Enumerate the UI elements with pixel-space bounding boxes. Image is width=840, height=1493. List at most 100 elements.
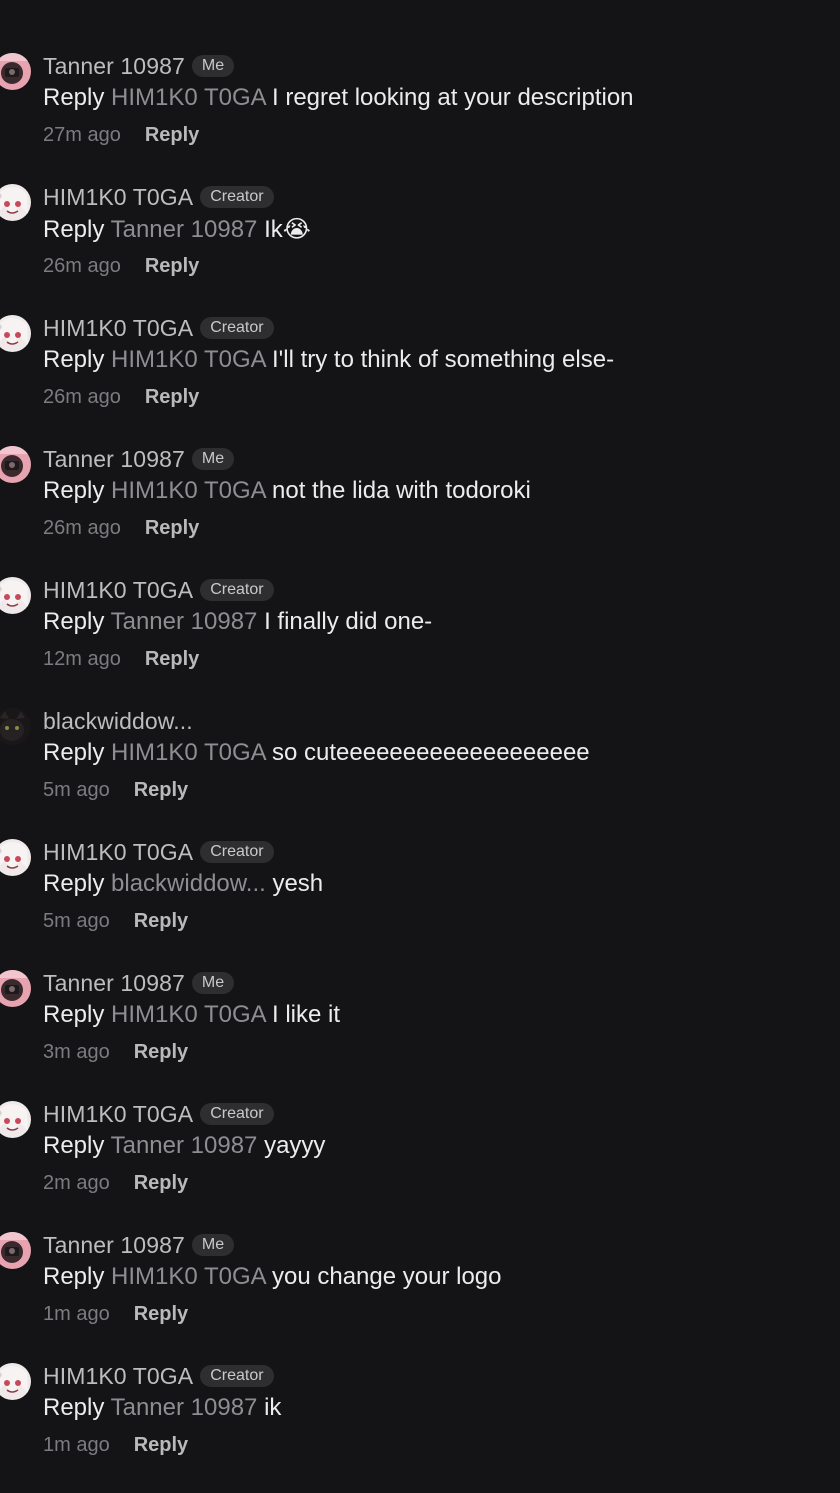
avatar[interactable] xyxy=(0,446,31,483)
comment-thread: Tanner 10987 Me Reply HIM1K0 T0GA I regr… xyxy=(0,0,840,1493)
comment-text: I finally did one- xyxy=(264,608,433,635)
username[interactable]: HIM1K0 T0GA xyxy=(43,1101,193,1128)
user-badge: Me xyxy=(191,55,235,77)
user-badge: Creator xyxy=(200,579,274,601)
avatar[interactable] xyxy=(0,839,31,876)
reply-button[interactable]: Reply xyxy=(145,648,199,671)
timestamp: 5m ago xyxy=(43,910,110,932)
avatar[interactable] xyxy=(0,184,31,221)
comment-text: ik xyxy=(264,1394,282,1421)
reply-button[interactable]: Reply xyxy=(134,1434,188,1457)
comment-body: Reply Tanner 10987 ik xyxy=(43,1394,281,1422)
username[interactable]: Tanner 10987 xyxy=(43,53,185,80)
reply-prefix: Reply xyxy=(43,216,105,243)
comment-body: Reply HIM1K0 T0GA I'll try to think of s… xyxy=(43,346,614,374)
comment-header: HIM1K0 T0GA Creator xyxy=(43,575,274,605)
comment-text: Ik😭 xyxy=(264,216,311,243)
comment-meta: 26m ago Reply xyxy=(43,255,199,278)
avatar[interactable] xyxy=(0,315,31,352)
avatar[interactable] xyxy=(0,577,31,614)
username[interactable]: Tanner 10987 xyxy=(43,446,185,473)
reply-prefix: Reply xyxy=(43,870,105,897)
comment-item: HIM1K0 T0GA Creator Reply Tanner 10987 I… xyxy=(0,184,840,315)
timestamp: 12m ago xyxy=(43,648,121,670)
comment-body: Reply HIM1K0 T0GA I like it xyxy=(43,1001,340,1029)
comment-item: Tanner 10987 Me Reply HIM1K0 T0GA you ch… xyxy=(0,1232,840,1363)
mention-link[interactable]: Tanner 10987 xyxy=(111,1394,258,1421)
comment-meta: 1m ago Reply xyxy=(43,1303,188,1326)
comment-header: Tanner 10987 Me xyxy=(43,968,235,998)
comment-text: not the lida with todoroki xyxy=(272,477,531,504)
comment-body: Reply Tanner 10987 yayyy xyxy=(43,1132,325,1160)
comment-text: I'll try to think of something else- xyxy=(272,346,615,373)
comment-header: HIM1K0 T0GA Creator xyxy=(43,837,274,867)
reply-prefix: Reply xyxy=(43,1394,105,1421)
user-badge: Creator xyxy=(200,186,274,208)
comment-meta: 26m ago Reply xyxy=(43,517,199,540)
timestamp: 1m ago xyxy=(43,1303,110,1325)
timestamp: 2m ago xyxy=(43,1172,110,1194)
reply-button[interactable]: Reply xyxy=(145,517,199,540)
reply-button[interactable]: Reply xyxy=(134,1172,188,1195)
reply-button[interactable]: Reply xyxy=(134,1303,188,1326)
avatar[interactable] xyxy=(0,708,31,745)
comment-meta: 5m ago Reply xyxy=(43,779,188,802)
reply-prefix: Reply xyxy=(43,1001,105,1028)
avatar[interactable] xyxy=(0,1101,31,1138)
timestamp: 26m ago xyxy=(43,255,121,277)
comment-text: I like it xyxy=(272,1001,341,1028)
reply-prefix: Reply xyxy=(43,1263,105,1290)
username[interactable]: HIM1K0 T0GA xyxy=(43,1363,193,1390)
comment-body: Reply HIM1K0 T0GA so cuteeeeeeeeeeeeeeee… xyxy=(43,739,590,767)
username[interactable]: blackwiddow... xyxy=(43,708,193,735)
reply-button[interactable]: Reply xyxy=(145,255,199,278)
comment-text: yayyy xyxy=(264,1132,326,1159)
reply-button[interactable]: Reply xyxy=(134,779,188,802)
reply-button[interactable]: Reply xyxy=(134,1041,188,1064)
avatar[interactable] xyxy=(0,1363,31,1400)
username[interactable]: Tanner 10987 xyxy=(43,970,185,997)
comment-item: HIM1K0 T0GA Creator Reply Tanner 10987 I… xyxy=(0,577,840,708)
reply-prefix: Reply xyxy=(43,608,105,635)
comment-body: Reply Tanner 10987 I finally did one- xyxy=(43,608,432,636)
comment-meta: 26m ago Reply xyxy=(43,386,199,409)
comment-header: Tanner 10987 Me xyxy=(43,1230,235,1260)
timestamp: 5m ago xyxy=(43,779,110,801)
mention-link[interactable]: Tanner 10987 xyxy=(111,1132,258,1159)
avatar[interactable] xyxy=(0,53,31,90)
comment-header: HIM1K0 T0GA Creator xyxy=(43,313,274,343)
mention-link[interactable]: blackwiddow... xyxy=(111,870,266,897)
reply-button[interactable]: Reply xyxy=(145,386,199,409)
user-badge: Me xyxy=(191,448,235,470)
comment-header: HIM1K0 T0GA Creator xyxy=(43,1361,274,1391)
timestamp: 26m ago xyxy=(43,386,121,408)
reply-prefix: Reply xyxy=(43,739,105,766)
mention-link[interactable]: HIM1K0 T0GA xyxy=(111,346,265,373)
mention-link[interactable]: HIM1K0 T0GA xyxy=(111,1263,265,1290)
mention-link[interactable]: Tanner 10987 xyxy=(111,608,258,635)
avatar[interactable] xyxy=(0,970,31,1007)
mention-link[interactable]: HIM1K0 T0GA xyxy=(111,1001,265,1028)
username[interactable]: HIM1K0 T0GA xyxy=(43,315,193,342)
user-badge: Me xyxy=(191,1234,235,1256)
mention-link[interactable]: Tanner 10987 xyxy=(111,216,258,243)
user-badge: Creator xyxy=(200,1103,274,1125)
comment-item: blackwiddow... Reply HIM1K0 T0GA so cute… xyxy=(0,708,840,839)
avatar[interactable] xyxy=(0,1232,31,1269)
mention-link[interactable]: HIM1K0 T0GA xyxy=(111,739,265,766)
comment-meta: 3m ago Reply xyxy=(43,1041,188,1064)
user-badge: Creator xyxy=(200,841,274,863)
mention-link[interactable]: HIM1K0 T0GA xyxy=(111,477,265,504)
comment-body: Reply HIM1K0 T0GA not the lida with todo… xyxy=(43,477,531,505)
mention-link[interactable]: HIM1K0 T0GA xyxy=(111,84,265,111)
comment-body: Reply Tanner 10987 Ik😭 xyxy=(43,215,311,244)
reply-button[interactable]: Reply xyxy=(134,910,188,933)
username[interactable]: Tanner 10987 xyxy=(43,1232,185,1259)
username[interactable]: HIM1K0 T0GA xyxy=(43,839,193,866)
timestamp: 3m ago xyxy=(43,1041,110,1063)
username[interactable]: HIM1K0 T0GA xyxy=(43,577,193,604)
timestamp: 1m ago xyxy=(43,1434,110,1456)
comment-meta: 2m ago Reply xyxy=(43,1172,188,1195)
username[interactable]: HIM1K0 T0GA xyxy=(43,184,193,211)
reply-button[interactable]: Reply xyxy=(145,124,199,147)
